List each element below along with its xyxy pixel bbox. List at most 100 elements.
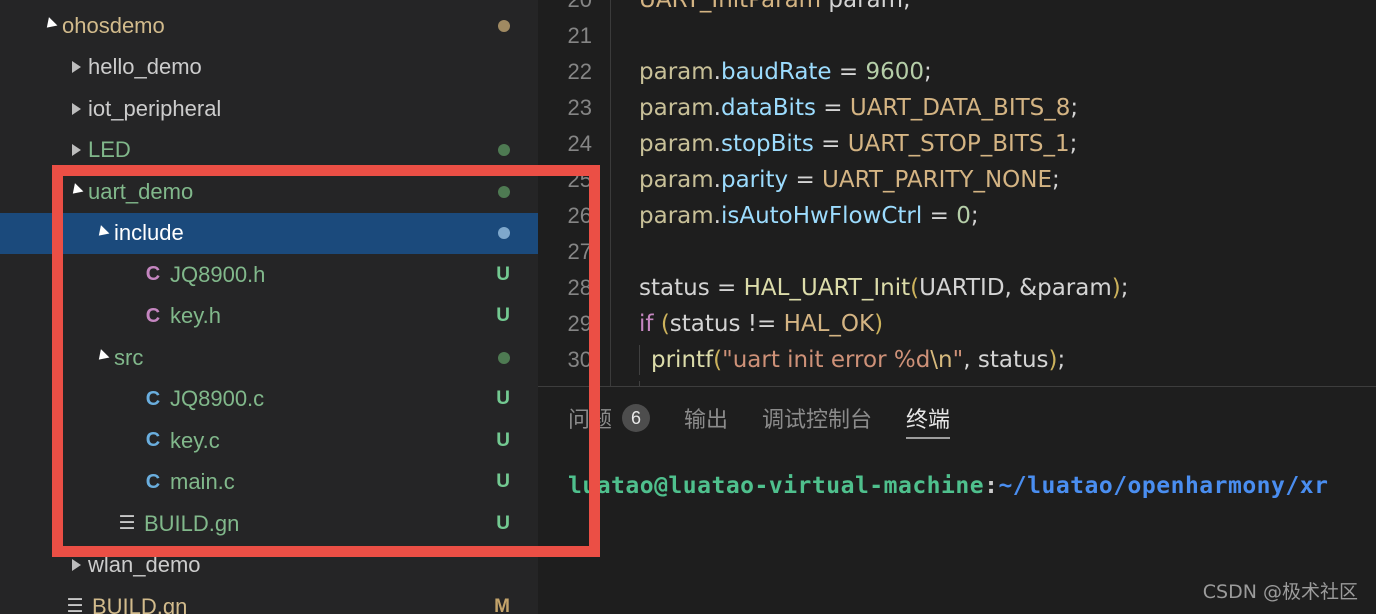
panel-tab-2[interactable]: 调试控制台 — [762, 387, 872, 449]
chevron-right-icon[interactable] — [66, 559, 86, 572]
chevron-right-icon[interactable] — [66, 61, 86, 74]
panel-tab-label: 终端 — [906, 408, 951, 433]
code-line-text: printf("uart init error %d \n ", status); — [610, 342, 1376, 378]
tree-item-src[interactable]: src — [0, 337, 538, 379]
code-token: , — [1004, 275, 1020, 301]
tree-item-label: BUILD.gn — [92, 593, 188, 614]
code-line-text — [610, 18, 1376, 54]
tree-item-build-gn[interactable]: ☰ BUILD.gn U — [0, 503, 538, 545]
code-line[interactable]: 22 param. baudRate = 9600; — [538, 54, 1376, 90]
chevron-down-icon[interactable] — [40, 17, 60, 33]
tree-item-ohosdemo[interactable]: ohosdemo — [0, 5, 538, 47]
code-line-text: param. stopBits = UART_STOP_BITS_1; — [610, 126, 1376, 162]
code-token: ( — [713, 347, 723, 373]
terminal-path: ~/luatao/openharmony/xr — [998, 473, 1329, 499]
code-line[interactable]: 23 param. dataBits = UART_DATA_BITS_8; — [538, 90, 1376, 126]
gn-file-icon: ☰ — [66, 596, 84, 614]
tree-item-iot-peripheral[interactable]: iot_peripheral — [0, 88, 538, 130]
terminal-output[interactable]: luatao@luatao-virtual-machine:~/luatao/o… — [538, 449, 1376, 499]
chevron-down-icon[interactable] — [92, 349, 112, 365]
code-token: . — [713, 59, 721, 85]
panel-tab-1[interactable]: 输出 — [684, 387, 728, 449]
code-token: baudRate — [720, 59, 832, 85]
code-token: isAutoHwFlowCtrl — [720, 203, 923, 229]
code-line-text: UART_InitParam param; — [610, 0, 1376, 18]
git-status-badge: M — [494, 595, 510, 614]
panel-tab-3[interactable]: 终端 — [906, 387, 951, 449]
code-line[interactable]: 20UART_InitParam param; — [538, 0, 1376, 18]
terminal-user-host: luatao@luatao-virtual-machine — [568, 473, 985, 499]
panel-tab-bar[interactable]: 问题 6 输出 调试控制台 终端 — [538, 387, 1376, 449]
code-token: ; — [903, 0, 911, 13]
tree-item-label: iot_peripheral — [88, 95, 222, 121]
git-status-dot-icon — [498, 144, 510, 157]
code-token: HAL_UART_Init — [743, 275, 911, 301]
chevron-down-icon[interactable] — [66, 183, 86, 199]
tree-item-wlan-demo[interactable]: wlan_demo — [0, 545, 538, 587]
line-number: 20 — [538, 0, 610, 13]
code-token: UART_PARITY_NONE — [822, 167, 1053, 193]
panel-tab-0[interactable]: 问题 6 — [568, 387, 651, 449]
tree-item-label: LED — [88, 137, 131, 163]
code-line[interactable]: 30 printf("uart init error %d \n ", status)… — [538, 342, 1376, 378]
tree-item-key-c[interactable]: Ckey.c U — [0, 420, 538, 462]
code-line[interactable]: 31return status; — [538, 378, 1376, 386]
code-line[interactable]: 29 if (status != HAL_OK) — [538, 306, 1376, 342]
code-line[interactable]: 27 — [538, 234, 1376, 270]
code-line-text: param. baudRate = 9600; — [610, 54, 1376, 90]
code-editor[interactable]: 20UART_InitParam param;2122param.baudRat… — [538, 0, 1376, 386]
code-line[interactable]: 28 status = HAL_UART_Init(UARTID, &param)… — [538, 270, 1376, 306]
code-token: UART_InitParam — [639, 0, 822, 13]
code-token: "uart init error %d — [722, 347, 931, 373]
code-token: printf — [651, 347, 714, 373]
tree-item-main-c[interactable]: Cmain.c U — [0, 462, 538, 504]
code-line[interactable]: 25 param. parity = UART_PARITY_NONE; — [538, 162, 1376, 198]
code-line[interactable]: 21 — [538, 18, 1376, 54]
git-status-dot-icon — [498, 185, 510, 198]
code-token: param — [639, 59, 714, 85]
code-token: status — [977, 347, 1049, 373]
line-number: 23 — [567, 95, 592, 120]
chevron-right-icon[interactable] — [66, 144, 86, 157]
panel-tab-label: 输出 — [684, 408, 729, 433]
explorer-file-tree[interactable]: ohosdemo hello_demo iot_peripheral LED uart_… — [0, 0, 538, 614]
code-token: ) — [874, 311, 884, 337]
tree-item-jq8900-h[interactable]: C JQ8900.h U — [0, 254, 538, 296]
tree-item-uart-demo[interactable]: uart_demo — [0, 171, 538, 213]
code-token: ; — [924, 59, 932, 85]
tree-item-label: wlan_demo — [88, 552, 201, 578]
code-line[interactable]: 24 param. stopBits = UART_STOP_BITS_1; — [538, 126, 1376, 162]
code-line[interactable]: 26 param. isAutoHwFlowCtrl = 0; — [538, 198, 1376, 234]
code-line-text: param. isAutoHwFlowCtrl = 0; — [610, 198, 1376, 234]
code-token: ; — [1069, 131, 1078, 157]
line-number: 21 — [567, 23, 592, 48]
chevron-right-icon[interactable] — [66, 102, 86, 115]
tree-item-jq8900-c[interactable]: C JQ8900.c U — [0, 379, 538, 421]
git-status-badge: U — [496, 471, 510, 493]
git-status-dot-icon — [498, 351, 510, 364]
line-number: 28 — [567, 275, 592, 300]
code-token: param — [639, 203, 714, 229]
tree-item-label: hello_demo — [88, 54, 202, 80]
tree-item-label: JQ8900.h — [170, 261, 266, 287]
code-token: . — [713, 131, 721, 157]
chevron-down-icon[interactable] — [92, 224, 112, 240]
c-file-icon: C — [145, 470, 161, 493]
code-token: UARTID — [919, 275, 1005, 301]
code-token: . — [713, 95, 721, 121]
tree-item-include[interactable]: include — [0, 212, 538, 254]
tree-item-hello-demo[interactable]: hello_demo — [0, 47, 538, 89]
tree-item-label: ohosdemo — [62, 12, 165, 38]
tree-item-build-gn[interactable]: ☰ BUILD.gn M — [0, 586, 538, 614]
code-token: = — [788, 167, 823, 193]
git-status-badge: U — [496, 388, 510, 410]
code-line-text: status = HAL_UART_Init(UARTID, &param); — [610, 270, 1376, 306]
code-line-text: param. dataBits = UART_DATA_BITS_8; — [610, 90, 1376, 126]
gn-file-icon: ☰ — [118, 513, 136, 535]
line-number: 30 — [567, 347, 592, 372]
tree-item-label: main.c — [170, 469, 235, 495]
tree-item-led[interactable]: LED — [0, 130, 538, 172]
git-status-badge: U — [496, 263, 510, 285]
tree-item-key-h[interactable]: Ckey.h U — [0, 296, 538, 338]
